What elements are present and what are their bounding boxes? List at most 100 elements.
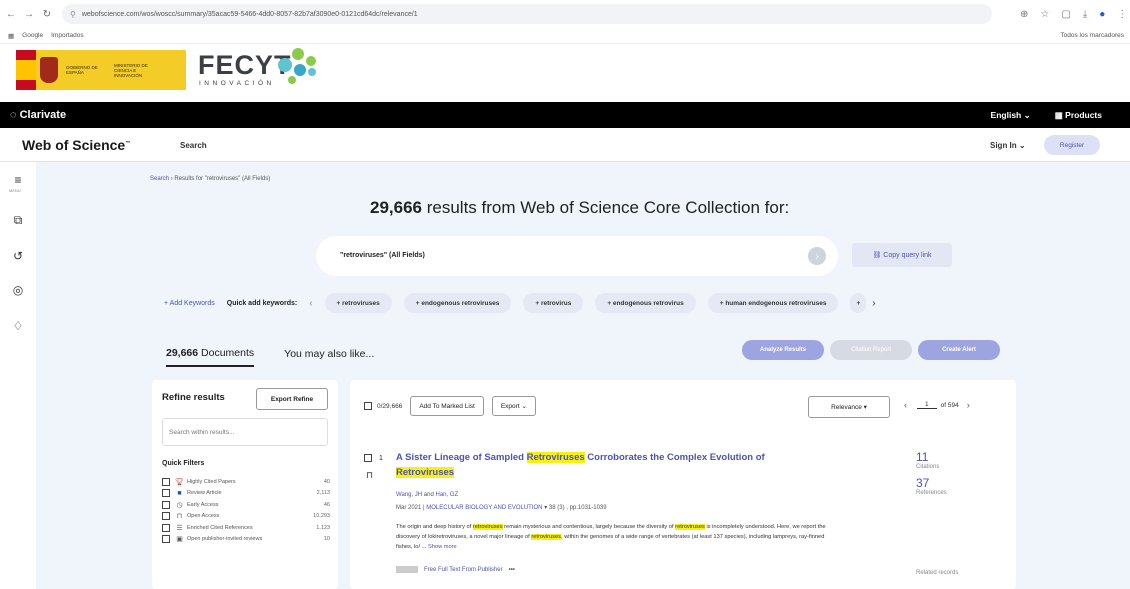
citations-count[interactable]: 11 [916,450,996,464]
references-count[interactable]: 37 [916,476,996,490]
export-button[interactable]: Export ⌄ [491,396,536,416]
extensions-icon[interactable]: ▢ [1061,9,1070,20]
star-icon[interactable]: ☆ [1040,9,1049,20]
clipboard-icon[interactable]: ⧉ [10,212,26,228]
export-label: Export [500,402,520,410]
chevron-right-icon[interactable]: › [967,400,970,410]
add-to-marked-list-button[interactable]: Add To Marked List [410,396,484,416]
title-part: Corroborates the Complex Evolution of [584,452,765,463]
download-icon[interactable]: ⤓ [1083,9,1087,20]
products-menu[interactable]: ▦ Products [1055,110,1102,121]
export-refine-button[interactable]: Export Refine [256,388,328,410]
bookmark-importados[interactable]: Importados [51,32,84,39]
products-label: Products [1065,109,1102,120]
checkbox[interactable] [162,489,170,498]
checkbox[interactable] [162,535,170,544]
sort-select[interactable]: Relevance ▾ [808,396,890,418]
quick-filter-item[interactable]: ⊓ Open Access 10,293 [162,511,330,523]
quick-filter-item[interactable]: ☰ Enriched Cited References 1,123 [162,522,330,534]
quick-filter-item[interactable]: ◷ Early Access 46 [162,499,330,511]
create-alert-button[interactable]: Create Alert [918,340,1000,360]
copy-query-link-button[interactable]: ⛓ Copy query link [852,243,952,267]
dot [308,68,316,76]
language-menu[interactable]: English ⌄ [991,110,1031,121]
clarivate-menu: English ⌄ ▦ Products [991,110,1102,121]
more-options-icon[interactable]: ••• [509,567,515,573]
related-records-link[interactable]: Related records [916,570,958,576]
keyword-chip[interactable]: + human endogenous retroviruses [707,293,839,313]
record-select: 1 [364,454,383,462]
forward-icon[interactable]: → [22,9,36,20]
translate-icon[interactable]: ⊕ [1020,9,1028,20]
bookmark-google[interactable]: Google [22,32,43,39]
keyword-chip[interactable]: + retrovirus [523,293,584,313]
page-input[interactable]: 1 [917,401,937,409]
header-search-link[interactable]: Search [180,141,207,150]
chevron-left-icon[interactable]: ‹ [904,400,907,410]
profile-icon[interactable]: ● [1099,9,1105,20]
clarivate-logo[interactable]: ◌ Clarivate [10,109,66,121]
checkbox[interactable] [162,512,170,521]
checkbox[interactable] [162,500,170,509]
arrow-right-icon[interactable]: › [808,247,826,265]
site-info-icon[interactable]: ⚲ [70,10,76,19]
alert-icon[interactable]: ◎ [10,282,26,298]
tab-documents[interactable]: 29,666 Documents [166,347,255,367]
query-box[interactable]: "retroviruses" (All Fields) › [316,236,838,276]
add-keywords-link[interactable]: + Add Keywords [164,300,215,307]
journal-link[interactable]: MOLECULAR BIOLOGY AND EVOLUTION [426,505,542,511]
abstract-part: remain mysterious and contentious, large… [502,524,676,530]
address-bar[interactable]: ⚲ webofscience.com/wos/woscc/summary/35a… [62,4,992,24]
record-title[interactable]: A Sister Lineage of Sampled Retroviruses… [396,450,816,480]
history-icon[interactable]: ↺ [10,248,26,264]
full-text-link[interactable]: Free Full Text From Publisher [424,567,503,573]
quick-filter-item[interactable]: ▣ Open publisher-invited reviews 10 [162,534,330,546]
spain-flag-icon [16,50,36,90]
keyword-chip[interactable]: + retroviruses [324,293,392,313]
analyze-results-button[interactable]: Analyze Results [742,340,824,360]
filter-label: Review Article [187,490,222,497]
quick-add-label: Quick add keywords: [226,299,298,307]
kebab-icon[interactable]: ⋮ [1117,9,1127,20]
browser-actions: ⊕ ☆ ▢ ⤓ ● ⋮ [1020,9,1127,20]
dot [292,48,304,60]
caret-down-icon[interactable]: ▾ [544,505,547,511]
review-icon: ■ [177,489,182,497]
title-highlight: Retroviruses [526,452,585,463]
gov-text: GOBIERNO DE ESPAÑA [66,65,98,75]
wos-logo[interactable]: Web of Science™ [22,137,130,153]
chevron-right-icon[interactable]: › [872,298,875,309]
sign-in-menu[interactable]: Sign In ⌄ [990,141,1026,150]
bookmark-all[interactable]: Todos los marcadores [1060,32,1124,39]
quick-filter-item[interactable]: 🏆︎ Highly Cited Papers 40 [162,476,330,488]
back-icon[interactable]: ← [4,9,18,20]
reload-icon[interactable]: ↻ [40,9,54,20]
checkbox[interactable] [162,523,170,532]
language-label: English [990,109,1022,120]
tab-you-may-also-like[interactable]: You may also like... [284,348,374,366]
citation-report-button[interactable]: Citation Report [830,340,912,360]
apps-icon[interactable]: ▦ [8,32,14,40]
record-checkbox[interactable] [364,454,372,462]
keyword-chip-partial[interactable]: + [850,293,867,313]
dot [306,56,316,66]
search-within-input[interactable]: Search within results... [162,418,328,446]
select-all-checkbox[interactable] [364,402,372,410]
refine-panel: Refine results Export Refine Search with… [152,380,338,589]
menu-icon[interactable]: ≡ [10,172,26,188]
checkbox[interactable] [162,477,170,486]
filter-label: Open publisher-invited reviews [187,536,263,543]
bell-icon[interactable]: ♢ [10,318,26,334]
keyword-chip[interactable]: + endogenous retrovirus [595,293,696,313]
author-link[interactable]: Han, GZ [435,492,458,498]
chevron-left-icon[interactable]: ‹ [309,298,312,309]
keyword-chip[interactable]: + endogenous retroviruses [403,293,512,313]
quick-filter-item[interactable]: ■ Review Article 2,113 [162,488,330,500]
breadcrumb-search[interactable]: Search [150,176,169,182]
url-text: webofscience.com/wos/woscc/summary/35aca… [81,10,418,18]
results-heading-text: results from Web of Science Core Collect… [426,198,790,217]
show-more-link[interactable]: Show more [428,544,457,550]
record-abstract: The origin and deep history of retroviru… [396,522,836,552]
author-link[interactable]: Wang, JH [396,492,422,498]
register-button[interactable]: Register [1044,135,1100,155]
